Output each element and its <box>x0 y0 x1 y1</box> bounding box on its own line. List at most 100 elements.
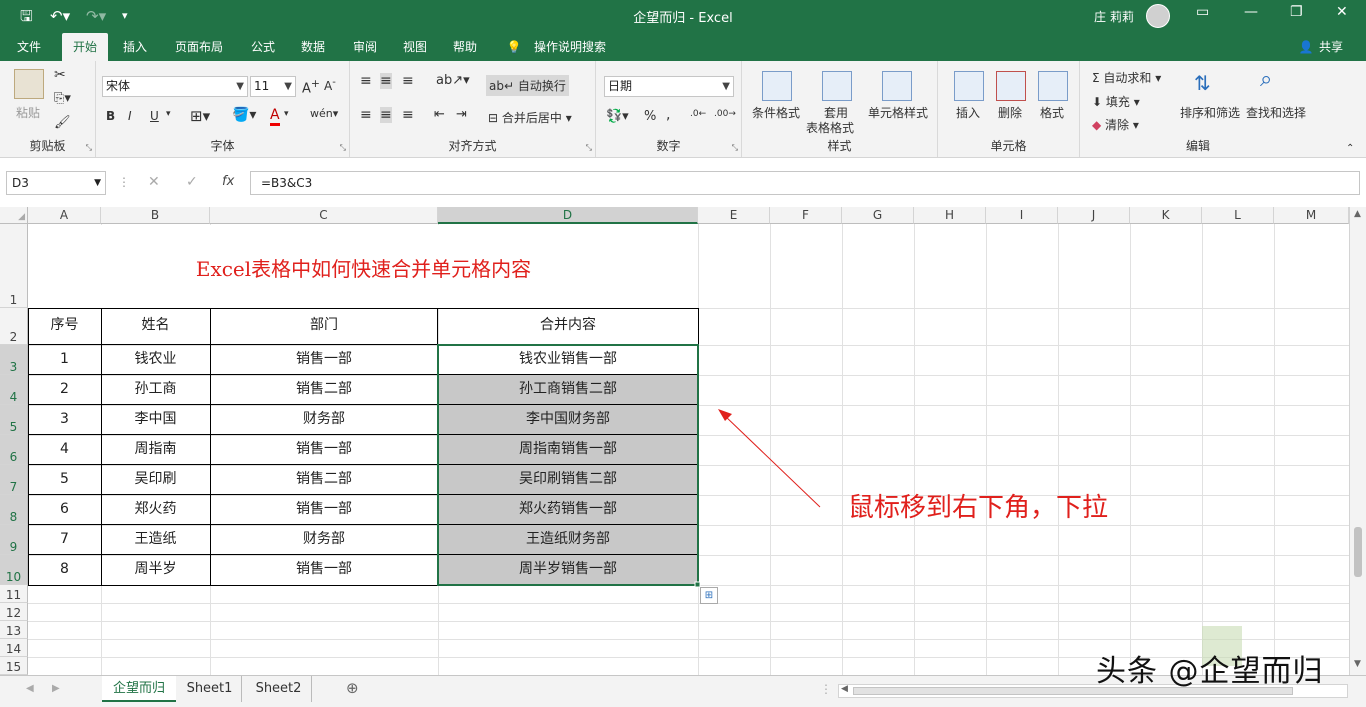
conditional-format-button[interactable]: 条件格式 <box>752 104 800 121</box>
comma-icon[interactable]: , <box>666 107 670 123</box>
tab-view[interactable]: 视图 <box>392 33 438 61</box>
next-sheet-icon[interactable]: ▶ <box>52 683 60 694</box>
sheet-tab-active[interactable]: 企望而归 <box>102 676 176 702</box>
font-color-icon[interactable]: A <box>270 107 280 126</box>
underline-button[interactable]: U <box>150 109 159 123</box>
fill-button[interactable]: ⬇ 填充 ▾ <box>1092 93 1140 110</box>
collapse-ribbon-icon[interactable]: ⌃ <box>1346 143 1354 154</box>
minimize-icon[interactable]: — <box>1244 4 1258 20</box>
fill-down-icon: ⬇ <box>1092 95 1106 109</box>
tab-help[interactable]: 帮助 <box>442 33 488 61</box>
enter-icon[interactable]: ✓ <box>186 174 198 190</box>
align-bottom-icon[interactable]: ≡ <box>402 73 414 89</box>
insert-function-button[interactable]: fx <box>222 174 234 189</box>
find-select-button[interactable]: 查找和选择 <box>1246 104 1306 121</box>
name-box-value: D3 <box>12 176 29 190</box>
format-table-icon[interactable] <box>822 71 852 101</box>
italic-button[interactable]: I <box>128 109 132 123</box>
tab-data[interactable]: 数据 <box>290 33 336 61</box>
scroll-left-icon[interactable]: ◀ <box>841 684 848 694</box>
tab-insert[interactable]: 插入 <box>112 33 158 61</box>
decrease-indent-icon[interactable]: ⇤ <box>434 107 445 122</box>
paste-button[interactable]: 粘贴 <box>16 104 40 121</box>
cut-icon[interactable]: ✂ <box>54 67 66 83</box>
phonetic-icon[interactable]: wén▾ <box>310 107 338 120</box>
font-name-combo[interactable]: 宋体 ▼ <box>102 76 248 97</box>
increase-indent-icon[interactable]: ⇥ <box>456 107 467 122</box>
merge-center-button[interactable]: ⊟ 合并后居中 ▾ <box>488 109 572 126</box>
insert-cells-icon[interactable] <box>954 71 984 101</box>
cancel-icon[interactable]: ✕ <box>148 174 160 190</box>
tell-me-search[interactable]: 操作说明搜索 <box>530 33 610 61</box>
align-center-icon[interactable]: ≡ <box>380 107 392 123</box>
autofill-options-icon[interactable]: ⊞ <box>700 587 718 604</box>
align-top-icon[interactable]: ≡ <box>360 73 372 89</box>
formula-input[interactable]: =B3&C3 <box>250 171 1360 195</box>
align-right-icon[interactable]: ≡ <box>402 107 414 123</box>
format-cells-icon[interactable] <box>1038 71 1068 101</box>
cell-styles-button[interactable]: 单元格样式 <box>868 104 928 121</box>
restore-icon[interactable]: ❐ <box>1290 4 1303 20</box>
bold-button[interactable]: B <box>106 109 115 123</box>
search-icon[interactable]: ⌕ <box>1260 67 1272 92</box>
borders-icon[interactable]: ⊞▾ <box>190 107 210 125</box>
worksheet-grid[interactable]: ◢ A B C D E F G H I J K L M 1 2 3 4 5 6 … <box>0 207 1349 675</box>
format-painter-icon[interactable]: 🖌 <box>54 115 71 130</box>
close-icon[interactable]: ✕ <box>1336 4 1348 20</box>
increase-font-icon[interactable]: A+ <box>302 77 320 96</box>
share-icon: 👤 <box>1298 40 1314 54</box>
share-button[interactable]: 共享 <box>1314 33 1348 61</box>
chevron-down-icon: ▼ <box>236 81 244 92</box>
delete-cells-icon[interactable] <box>996 71 1026 101</box>
font-launcher-icon[interactable]: ⤡ <box>340 143 346 153</box>
chevron-down-icon[interactable]: ▾ <box>166 109 171 119</box>
tab-home[interactable]: 开始 <box>62 33 108 61</box>
paste-icon[interactable] <box>14 69 44 99</box>
ribbon-display-icon[interactable]: ▭ <box>1196 4 1209 20</box>
add-sheet-icon[interactable]: ⊕ <box>346 679 359 697</box>
cell-styles-icon[interactable] <box>882 71 912 101</box>
tab-page-layout[interactable]: 页面布局 <box>168 33 230 61</box>
decrease-decimal-icon[interactable]: .00→ <box>714 109 736 119</box>
decrease-font-icon[interactable]: A- <box>324 77 336 93</box>
name-box[interactable]: D3 ▼ <box>6 171 106 195</box>
tab-formulas[interactable]: 公式 <box>240 33 286 61</box>
tab-file[interactable]: 文件 <box>6 33 52 61</box>
number-launcher-icon[interactable]: ⤡ <box>732 143 738 153</box>
delete-cells-button[interactable]: 删除 <box>998 104 1022 121</box>
scroll-up-icon[interactable]: ▲ <box>1354 209 1361 219</box>
user-name[interactable]: 庄 莉莉 <box>1094 8 1134 25</box>
conditional-format-icon[interactable] <box>762 71 792 101</box>
sheet-tab-sheet2[interactable]: Sheet2 <box>246 676 312 702</box>
sort-filter-button[interactable]: 排序和筛选 <box>1180 104 1240 121</box>
wrap-text-button[interactable]: ab↵ 自动换行 <box>486 75 569 96</box>
accounting-icon[interactable]: 💱▾ <box>606 109 629 124</box>
sheet-tab-sheet1[interactable]: Sheet1 <box>178 676 242 702</box>
avatar[interactable] <box>1146 4 1170 28</box>
fill-color-icon[interactable]: 🪣▾ <box>232 107 256 123</box>
sort-filter-icon[interactable]: ⇅ <box>1194 71 1211 95</box>
format-table-line2[interactable]: 表格格式 <box>806 119 854 136</box>
scroll-down-icon[interactable]: ▼ <box>1354 659 1361 669</box>
font-size-combo[interactable]: 11 ▼ <box>250 76 296 97</box>
tab-review[interactable]: 审阅 <box>342 33 388 61</box>
autosum-button[interactable]: Σ 自动求和 ▾ <box>1092 69 1161 86</box>
chevron-down-icon[interactable]: ▾ <box>284 109 289 119</box>
orientation-icon[interactable]: ab↗▾ <box>436 73 470 88</box>
vertical-scrollbar[interactable]: ▲ ▼ <box>1349 207 1366 675</box>
number-format-combo[interactable]: 日期 ▼ <box>604 76 734 97</box>
group-font: 宋体 ▼ 11 ▼ A+ A- B I U ▾ ⊞▾ 🪣▾ A ▾ wén▾ 字体 … <box>96 61 350 157</box>
clipboard-launcher-icon[interactable]: ⤡ <box>86 143 92 153</box>
format-cells-button[interactable]: 格式 <box>1040 104 1064 121</box>
prev-sheet-icon[interactable]: ◀ <box>26 683 34 694</box>
copy-icon[interactable]: ⎘▾ <box>54 91 71 106</box>
insert-cells-button[interactable]: 插入 <box>956 104 980 121</box>
alignment-launcher-icon[interactable]: ⤡ <box>586 143 592 153</box>
increase-decimal-icon[interactable]: .0← <box>690 109 706 119</box>
clear-button[interactable]: ◆ 清除 ▾ <box>1092 116 1139 133</box>
vertical-scroll-thumb[interactable] <box>1354 527 1362 577</box>
eraser-icon: ◆ <box>1092 118 1106 132</box>
percent-button[interactable]: % <box>644 109 656 124</box>
align-left-icon[interactable]: ≡ <box>360 107 372 123</box>
align-middle-icon[interactable]: ≡ <box>380 73 392 89</box>
